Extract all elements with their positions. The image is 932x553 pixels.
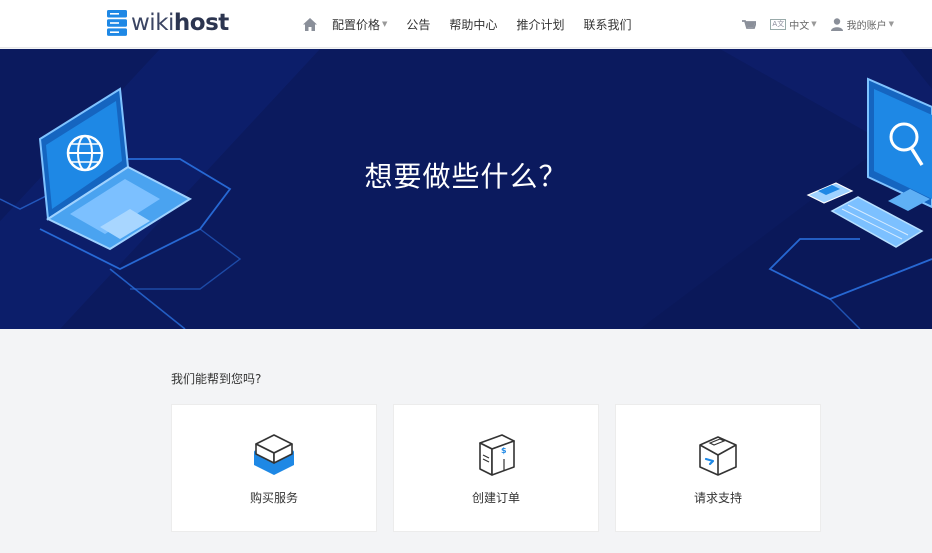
- cart-button[interactable]: [742, 18, 757, 30]
- card-buy-service-label: 购买服务: [249, 491, 298, 505]
- home-icon[interactable]: [301, 15, 319, 33]
- brand-logo[interactable]: wikihost: [107, 9, 229, 37]
- package-box-icon: $: [479, 434, 515, 476]
- nav-item-referral-label: 推介计划: [516, 17, 565, 32]
- chevron-down-icon: ▼: [811, 20, 817, 28]
- language-icon: A文: [770, 18, 787, 30]
- card-buy-service[interactable]: 购买服务: [171, 404, 377, 532]
- nav-item-pricing[interactable]: 配置价格 ▼: [332, 16, 387, 33]
- brand-name-bold: host: [173, 10, 229, 36]
- nav-item-help-center-label: 帮助中心: [449, 17, 498, 32]
- cart-icon: [742, 20, 757, 29]
- brand-name-light: wiki: [131, 10, 174, 36]
- main-nav: 配置价格 ▼ 公告 帮助中心 推介计划 联系我们: [301, 0, 650, 48]
- help-cards: 购买服务 $ 创建订单 请求支持: [171, 404, 837, 532]
- chevron-down-icon: ▼: [382, 20, 388, 28]
- nav-item-contact[interactable]: 联系我们: [583, 16, 631, 33]
- server-box-icon: [254, 434, 294, 475]
- nav-item-announcements-label: 公告: [406, 17, 431, 32]
- server-logo-icon: [107, 10, 127, 36]
- chevron-down-icon: ▼: [888, 20, 894, 28]
- support-box-icon: [699, 436, 737, 476]
- brand-name: wikihost: [131, 10, 229, 36]
- language-label: 中文: [789, 20, 810, 32]
- hero-banner: 想要做些什么？: [0, 49, 932, 329]
- account-menu[interactable]: 我的账户 ▼: [830, 17, 894, 32]
- nav-item-help-center[interactable]: 帮助中心: [449, 16, 497, 33]
- account-label: 我的账户: [846, 20, 887, 32]
- user-icon: [830, 17, 843, 31]
- nav-right: A文 中文 ▼ 我的账户 ▼: [728, 0, 894, 48]
- hero-title: 想要做些什么？: [364, 160, 568, 193]
- top-navbar: wikihost 配置价格 ▼ 公告 帮助中心 推介计划 联系我们 A文 中文 ▼…: [0, 0, 932, 48]
- svg-text:$: $: [501, 446, 507, 455]
- card-request-support[interactable]: 请求支持: [615, 404, 821, 532]
- language-selector[interactable]: A文 中文 ▼: [770, 17, 817, 32]
- help-section-title: 我们能帮到您吗?: [171, 372, 262, 386]
- card-request-support-label: 请求支持: [693, 491, 742, 505]
- nav-item-contact-label: 联系我们: [583, 17, 632, 32]
- card-create-order-label: 创建订单: [471, 491, 520, 505]
- nav-item-pricing-label: 配置价格: [332, 17, 381, 32]
- card-create-order[interactable]: $ 创建订单: [393, 404, 599, 532]
- nav-item-announcements[interactable]: 公告: [406, 16, 430, 33]
- nav-item-referral[interactable]: 推介计划: [516, 16, 564, 33]
